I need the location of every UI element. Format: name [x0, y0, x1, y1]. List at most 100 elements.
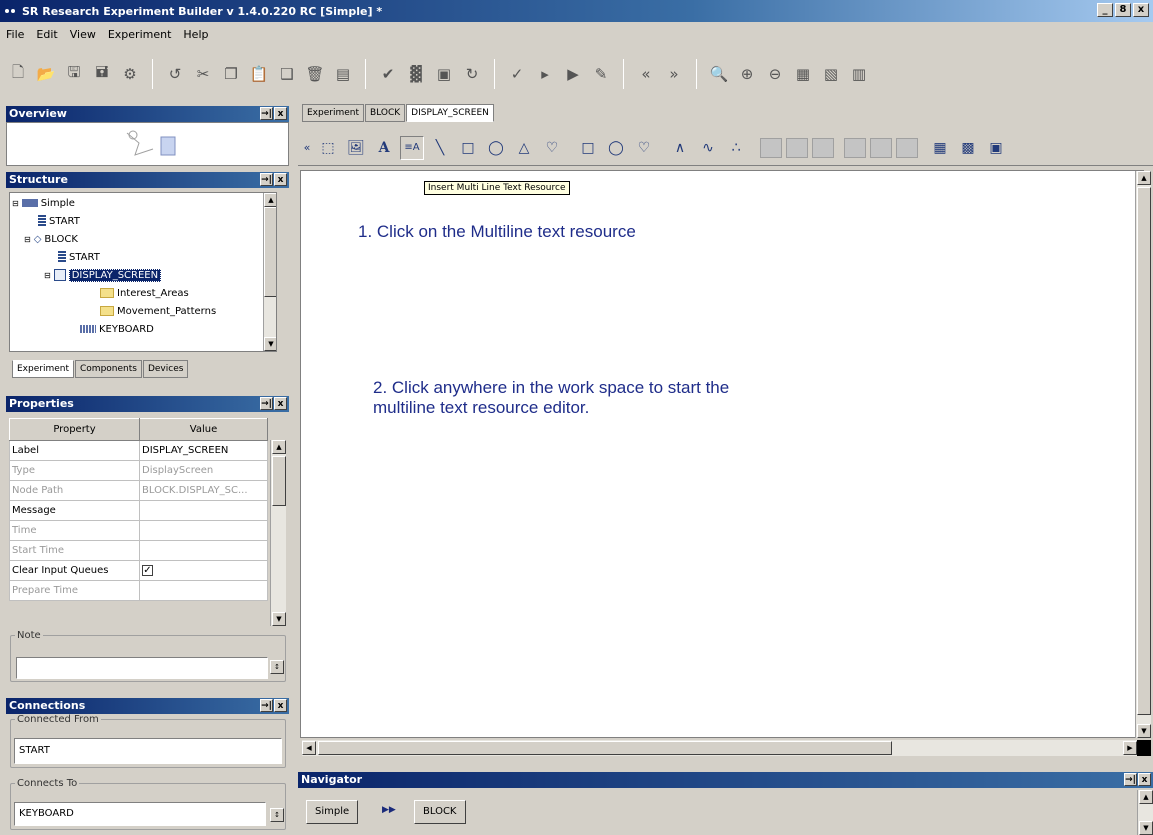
build-icon[interactable]: ▓: [404, 62, 428, 86]
connections-pin-button[interactable]: →|: [260, 699, 273, 712]
property-value[interactable]: DISPLAY_SCREEN: [139, 440, 268, 461]
scroll-up-button[interactable]: ▲: [1137, 171, 1151, 185]
scroll-down-button[interactable]: ▼: [272, 612, 286, 626]
table-row[interactable]: Time: [9, 520, 268, 541]
snap-to-grid-icon[interactable]: ▩: [956, 136, 980, 160]
collapse-icon[interactable]: ⊟: [44, 271, 51, 280]
zoom-out-icon[interactable]: ⊖: [763, 62, 787, 86]
tab-experiment[interactable]: Experiment: [12, 360, 75, 378]
tree-node-start[interactable]: START: [58, 249, 100, 265]
properties-close-button[interactable]: x: [274, 397, 287, 410]
grid-icon[interactable]: ▦: [791, 62, 815, 86]
paste-special-icon[interactable]: ❑: [275, 62, 299, 86]
tree-node-start[interactable]: START: [38, 213, 80, 229]
cut-icon[interactable]: ✂: [191, 62, 215, 86]
run-icon[interactable]: ▶: [561, 62, 585, 86]
check-icon[interactable]: ✔: [376, 62, 400, 86]
clear-input-queues-checkbox[interactable]: ✓: [142, 565, 153, 576]
workspace-hscrollbar[interactable]: ◀ ▶: [302, 740, 1137, 756]
align-bottom-icon[interactable]: [896, 137, 918, 158]
image-resource-icon[interactable]: 🖼: [344, 136, 368, 160]
tree-scrollbar[interactable]: ▲ ▼: [263, 193, 276, 351]
save-as-icon[interactable]: 🖬: [90, 62, 114, 86]
note-spinner[interactable]: ↕: [270, 660, 284, 674]
scroll-thumb[interactable]: [1137, 187, 1151, 715]
package-icon[interactable]: ⚙: [118, 62, 142, 86]
structure-tree[interactable]: ⊟ Simple START ⊟ ◇ BLOCK START ⊟ DISPLAY…: [9, 192, 277, 352]
test-icon[interactable]: ✓: [505, 62, 529, 86]
paste-icon[interactable]: 📋: [247, 62, 271, 86]
connects-to-field[interactable]: KEYBOARD: [14, 802, 266, 826]
scroll-thumb[interactable]: [272, 456, 286, 506]
forward-icon[interactable]: »: [662, 62, 686, 86]
navigator-close-button[interactable]: x: [1138, 773, 1151, 786]
run-step-icon[interactable]: ▸: [533, 62, 557, 86]
connects-to-spinner[interactable]: ↕: [270, 808, 284, 822]
rectangle-resource-icon[interactable]: □: [456, 136, 480, 160]
properties-pin-button[interactable]: →|: [260, 397, 273, 410]
table-row[interactable]: Type DisplayScreen: [9, 460, 268, 481]
close-button[interactable]: x: [1133, 3, 1149, 17]
tree-node-movement-patterns[interactable]: Movement_Patterns: [100, 303, 216, 319]
minimize-button[interactable]: _: [1097, 3, 1113, 17]
property-value[interactable]: [139, 500, 268, 521]
tree-node-interest-areas[interactable]: Interest_Areas: [100, 285, 189, 301]
scroll-down-button[interactable]: ▼: [1139, 821, 1153, 835]
path-movement-icon[interactable]: ∧: [668, 136, 692, 160]
scroll-right-button[interactable]: ▶: [1123, 741, 1137, 755]
collapse-icon[interactable]: ⊟: [12, 199, 19, 208]
table-row[interactable]: Clear Input Queues ✓: [9, 560, 268, 581]
tab-block-editor[interactable]: BLOCK: [365, 104, 406, 122]
align-right-icon[interactable]: [812, 137, 834, 158]
table-row[interactable]: Node Path BLOCK.DISPLAY_SC...: [9, 480, 268, 501]
tab-experiment-editor[interactable]: Experiment: [302, 104, 365, 122]
debug-icon[interactable]: ✎: [589, 62, 613, 86]
scroll-up-button[interactable]: ▲: [1139, 790, 1153, 804]
table-row[interactable]: Label DISPLAY_SCREEN: [9, 440, 268, 461]
properties-scrollbar[interactable]: ▲ ▼: [270, 440, 286, 626]
fit-icon[interactable]: ▧: [819, 62, 843, 86]
collapse-icon[interactable]: ⊟: [24, 235, 31, 244]
layout-icon[interactable]: ▥: [847, 62, 871, 86]
scroll-down-button[interactable]: ▼: [1137, 724, 1151, 738]
scroll-down-button[interactable]: ▼: [264, 337, 276, 351]
maximize-button[interactable]: 8: [1115, 3, 1131, 17]
rectangle-interest-area-icon[interactable]: □: [576, 136, 600, 160]
new-file-icon[interactable]: 🗋: [6, 62, 30, 86]
structure-pin-button[interactable]: →|: [260, 173, 273, 186]
tree-node-simple[interactable]: ⊟ Simple: [12, 195, 75, 211]
points-movement-icon[interactable]: ∴: [724, 136, 748, 160]
deploy-icon[interactable]: ▣: [432, 62, 456, 86]
ellipse-resource-icon[interactable]: ◯: [484, 136, 508, 160]
table-row[interactable]: Start Time: [9, 540, 268, 561]
nav-crumb-simple[interactable]: Simple: [306, 800, 359, 824]
overview-pin-button[interactable]: →|: [260, 107, 273, 120]
scroll-left-icon[interactable]: «: [302, 136, 312, 160]
tree-node-keyboard[interactable]: KEYBOARD: [80, 321, 154, 337]
tree-node-block[interactable]: ⊟ ◇ BLOCK: [24, 231, 78, 247]
connected-from-field[interactable]: START: [14, 738, 282, 764]
scroll-left-button[interactable]: ◀: [302, 741, 316, 755]
text-resource-icon[interactable]: A: [372, 136, 396, 160]
tab-components[interactable]: Components: [75, 360, 142, 378]
tab-display-screen-editor[interactable]: DISPLAY_SCREEN: [406, 104, 494, 122]
workspace-vscrollbar[interactable]: ▲ ▼: [1135, 171, 1151, 738]
nav-crumb-block[interactable]: BLOCK: [414, 800, 466, 824]
toggle-grid-icon[interactable]: ▦: [928, 136, 952, 160]
align-top-icon[interactable]: [844, 137, 866, 158]
align-middle-icon[interactable]: [870, 137, 892, 158]
note-field[interactable]: [16, 657, 268, 679]
screen-workspace[interactable]: [300, 170, 1144, 738]
menu-file[interactable]: File: [6, 28, 24, 41]
undo-icon[interactable]: ↺: [163, 62, 187, 86]
more-tools-icon[interactable]: ▣: [984, 136, 1008, 160]
line-resource-icon[interactable]: ╲: [428, 136, 452, 160]
column-header-property[interactable]: Property: [9, 418, 140, 441]
overview-pane[interactable]: [6, 122, 289, 166]
table-row[interactable]: Message: [9, 500, 268, 521]
align-center-icon[interactable]: [786, 137, 808, 158]
clean-icon[interactable]: ↻: [460, 62, 484, 86]
properties-icon[interactable]: ▤: [331, 62, 355, 86]
multiline-text-resource-icon[interactable]: ≡A: [400, 135, 424, 160]
overview-close-button[interactable]: x: [274, 107, 287, 120]
